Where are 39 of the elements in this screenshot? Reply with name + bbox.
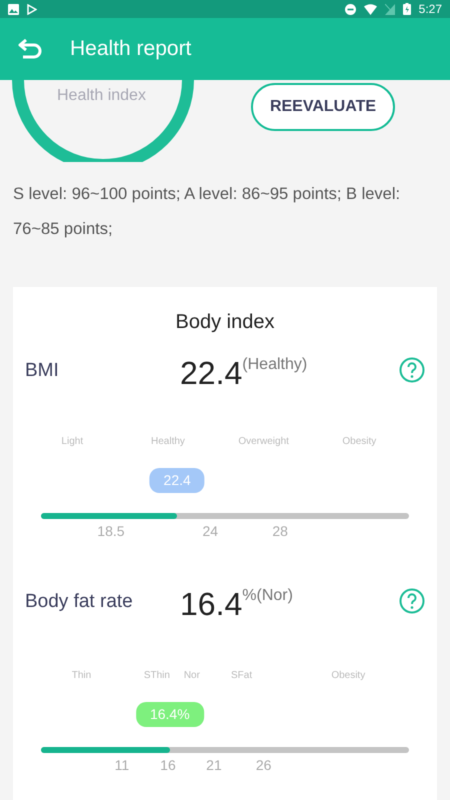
clock-time: 5:27 xyxy=(418,1,442,18)
value-bubble: 22.4 xyxy=(150,468,205,493)
tick-label: 11 xyxy=(114,756,130,775)
band-label: Light xyxy=(61,435,84,449)
band-label: Nor xyxy=(184,669,200,683)
screen-title: Health report xyxy=(70,36,192,62)
health-index-label: Health index xyxy=(57,86,146,106)
help-icon[interactable] xyxy=(399,588,425,614)
metric-value: 16.4 xyxy=(180,588,242,620)
band-label: Healthy xyxy=(151,435,185,449)
metric-status: %(Nor) xyxy=(242,586,293,606)
image-icon xyxy=(8,4,19,14)
band-label: Obesity xyxy=(342,435,376,449)
metric-name: BMI xyxy=(25,359,60,383)
metric-value: 22.4 xyxy=(180,357,242,389)
band-label: Overweight xyxy=(238,435,289,449)
tick-label: 18.5 xyxy=(97,522,125,541)
band-label: Obesity xyxy=(331,669,366,683)
tick-label: 26 xyxy=(256,756,272,775)
wifi-icon xyxy=(364,4,377,14)
help-icon[interactable] xyxy=(399,357,425,383)
level-description: S level: 96~100 points; A level: 86~95 points; B level: 76~85 points; xyxy=(12,184,402,240)
tick-label: 21 xyxy=(206,756,222,775)
no-sim-icon xyxy=(384,4,395,14)
tick-label: 28 xyxy=(272,522,288,541)
back-icon[interactable] xyxy=(18,39,44,59)
band-label: Thin xyxy=(72,669,92,683)
band-label: SThin xyxy=(144,669,170,683)
band-label: SFat xyxy=(230,669,252,683)
tick-label: 24 xyxy=(202,522,218,541)
do-not-disturb-icon xyxy=(344,4,356,14)
metric-name: Body fat rate xyxy=(25,590,134,614)
tick-label: 16 xyxy=(160,756,176,775)
reevaluate-button[interactable]: REEVALUATE xyxy=(251,83,395,131)
value-bubble: 16.4% xyxy=(136,702,204,727)
card-title: Body index xyxy=(174,310,276,335)
metric-status: (Healthy) xyxy=(242,355,308,375)
play-store-icon xyxy=(27,4,37,14)
battery-icon xyxy=(402,3,411,15)
